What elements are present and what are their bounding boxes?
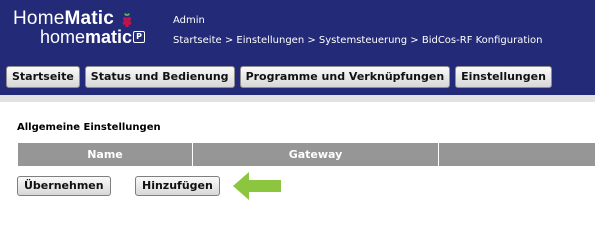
apply-button[interactable]: Übernehmen <box>17 176 111 196</box>
homematic-logo-sub: homematic <box>40 27 132 48</box>
column-header-name: Name <box>18 143 193 166</box>
ccu-logo-box: P <box>133 31 145 43</box>
content-divider <box>0 95 595 102</box>
main-nav: Startseite Status und Bedienung Programm… <box>6 66 552 88</box>
column-header-gateway: Gateway <box>193 143 439 166</box>
green-arrow-left-icon <box>233 172 281 200</box>
app-header: HomeMatic homematic P Admin Startseite >… <box>0 0 595 95</box>
logo-sub-bold: matic <box>85 27 133 47</box>
logo-text-bold: Matic <box>64 8 115 29</box>
nav-startseite-button[interactable]: Startseite <box>6 66 80 88</box>
logo-sub-light: home <box>40 27 86 47</box>
nav-status-button[interactable]: Status und Bedienung <box>84 66 235 88</box>
breadcrumb: Startseite > Einstellungen > Systemsteue… <box>173 35 543 46</box>
add-button[interactable]: Hinzufügen <box>135 176 220 196</box>
table-header: Name Gateway <box>17 143 595 166</box>
nav-einstellungen-button[interactable]: Einstellungen <box>455 66 552 88</box>
logo-text-light: Home <box>13 8 65 29</box>
nav-programme-button[interactable]: Programme und Verknüpfungen <box>239 66 451 88</box>
raspberry-pi-icon <box>122 13 132 28</box>
column-header-empty <box>439 143 595 166</box>
user-name: Admin <box>173 15 205 26</box>
section-title: Allgemeine Einstellungen <box>17 122 161 133</box>
